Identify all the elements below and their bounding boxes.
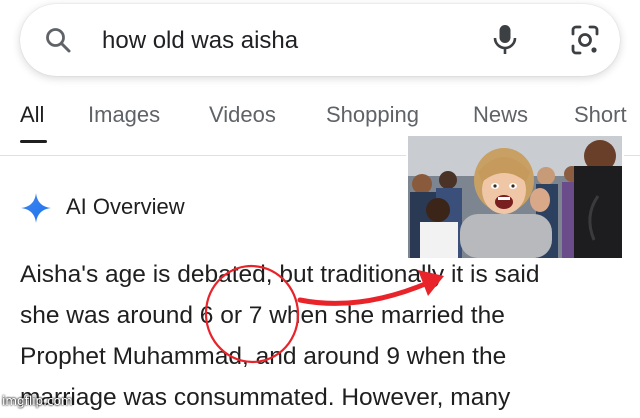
search-icon[interactable] <box>44 26 72 59</box>
camera-lens-icon[interactable] <box>568 24 602 61</box>
tab-all[interactable]: All <box>20 102 44 128</box>
tab-images[interactable]: Images <box>88 102 160 128</box>
microphone-icon[interactable] <box>492 24 518 61</box>
overview-line: Prophet Muhammad, and around 9 when the <box>20 343 507 370</box>
tab-news[interactable]: News <box>473 102 528 128</box>
search-bar[interactable]: how old was aisha <box>20 4 620 76</box>
overview-line: marriage was consummated. However, many <box>20 384 511 411</box>
tab-videos[interactable]: Videos <box>209 102 276 128</box>
tab-shopping[interactable]: Shopping <box>326 102 419 128</box>
reaction-photo <box>406 134 624 260</box>
overview-line: she was around 6 or 7 when she married t… <box>20 302 505 329</box>
sparkle-icon <box>20 192 52 229</box>
ai-overview-text: Aisha's age is debated, but traditionall… <box>20 254 630 418</box>
tab-short[interactable]: Short <box>574 102 627 128</box>
ai-overview-label: AI Overview <box>66 194 185 219</box>
search-input[interactable]: how old was aisha <box>102 27 298 55</box>
overview-line: Aisha's age is debated, but traditionall… <box>20 261 540 288</box>
active-tab-indicator <box>20 140 47 143</box>
watermark: imgflip.com <box>2 394 73 408</box>
